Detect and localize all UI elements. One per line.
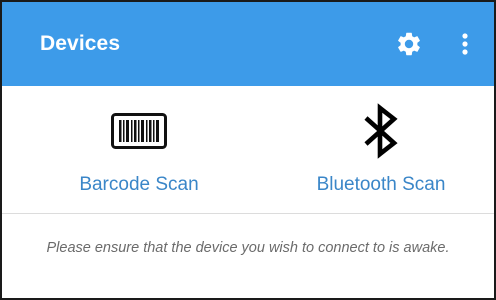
barcode-scan-label: Barcode Scan [79, 174, 199, 195]
gear-icon [398, 32, 420, 56]
settings-button[interactable] [395, 30, 423, 58]
devices-screen: Devices Barcode Scan Bluetooth Scan Plea… [0, 0, 496, 300]
more-vert-icon [462, 33, 468, 55]
more-options-button[interactable] [454, 30, 476, 58]
connection-hint: Please ensure that the device you wish t… [46, 240, 450, 256]
scan-options: Barcode Scan Bluetooth Scan [2, 86, 494, 213]
barcode-icon [111, 113, 167, 149]
page-title: Devices [40, 32, 121, 55]
bluetooth-icon-wrap [361, 102, 401, 160]
divider [2, 213, 494, 214]
bluetooth-icon [364, 103, 398, 159]
bluetooth-scan-label: Bluetooth Scan [316, 174, 446, 195]
bluetooth-scan-button[interactable]: Bluetooth Scan [292, 86, 470, 213]
app-bar: Devices [2, 2, 494, 86]
barcode-icon-wrap [111, 102, 167, 160]
barcode-scan-button[interactable]: Barcode Scan [52, 86, 226, 213]
